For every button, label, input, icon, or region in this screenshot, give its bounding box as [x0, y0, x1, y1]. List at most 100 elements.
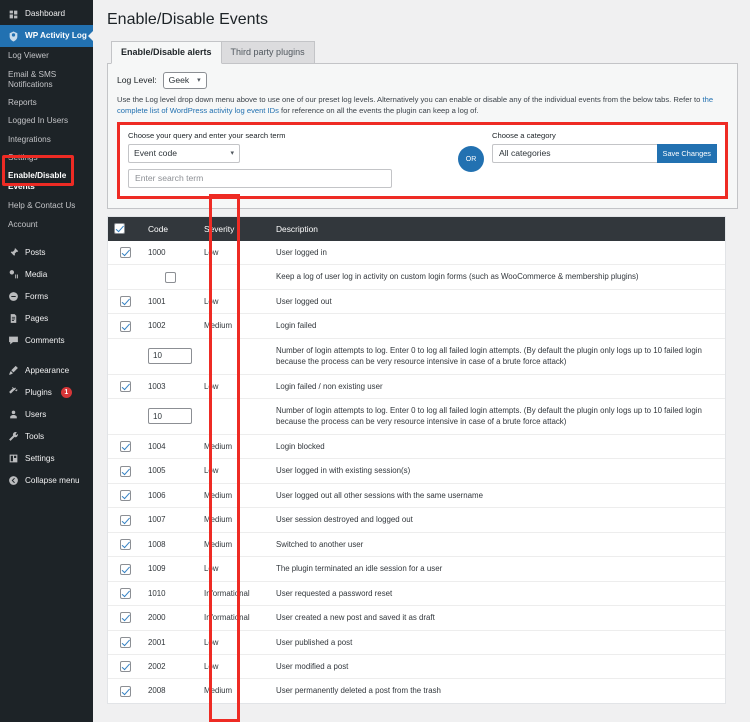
login-attempts-input[interactable]: 10	[148, 408, 192, 425]
row-description: User created a new post and saved it as …	[270, 605, 725, 630]
sidebar-item-wp-activity-log[interactable]: WP Activity Log	[0, 25, 93, 47]
sidebar-item-label: Media	[25, 269, 48, 279]
row-enable-checkbox[interactable]	[119, 465, 131, 477]
sidebar-item-label: Forms	[25, 291, 49, 301]
sidebar-divider	[0, 234, 93, 242]
row-enable-checkbox[interactable]	[119, 563, 131, 575]
sidebar-subitem-label: Account	[8, 219, 38, 229]
row-enable-checkbox[interactable]	[119, 539, 131, 551]
sidebar-item-label: Appearance	[25, 365, 70, 375]
log-level-select[interactable]: Geek ▾	[162, 71, 207, 89]
column-header-description[interactable]: Description	[270, 216, 725, 241]
row-code: 1002	[142, 313, 198, 339]
row-enable-checkbox[interactable]	[119, 612, 131, 624]
row-checkbox-cell	[108, 240, 142, 265]
sidebar-item-reports[interactable]: Reports	[0, 94, 93, 112]
row-enable-checkbox[interactable]	[119, 636, 131, 648]
category-value: All categories	[499, 148, 551, 159]
sidebar-item-settings[interactable]: Settings	[0, 149, 93, 167]
row-checkbox-cell	[108, 288, 142, 314]
sidebar-subitem-label: Logged In Users	[8, 116, 69, 126]
sidebar-item-plugins[interactable]: Plugins 1	[0, 382, 93, 404]
or-label: OR	[465, 155, 477, 163]
tab-third-party-plugins[interactable]: Third party plugins	[220, 40, 315, 63]
page-title: Enable/Disable Events	[107, 11, 268, 28]
chevron-down-icon: ▾	[230, 150, 234, 158]
sidebar-item-dashboard[interactable]: Dashboard	[0, 3, 93, 25]
sidebar-item-account[interactable]: Account	[0, 215, 93, 233]
row-description: User permanently deleted a post from the…	[270, 678, 725, 703]
sidebar-item-comments[interactable]: Comments	[0, 330, 93, 352]
settings-icon	[7, 452, 20, 465]
row-code: 1001	[142, 288, 198, 314]
row-description: User modified a post	[270, 653, 725, 679]
select-all-checkbox[interactable]	[114, 223, 125, 235]
subrow-input-cell: 10	[142, 397, 198, 435]
sidebar-item-settings-core[interactable]: Settings	[0, 448, 93, 470]
row-description: User logged in	[270, 240, 725, 265]
row-enable-checkbox[interactable]	[119, 661, 131, 673]
search-input[interactable]: Enter search term	[128, 168, 392, 188]
row-enable-checkbox[interactable]	[119, 320, 131, 332]
row-severity: Medium	[198, 313, 270, 339]
row-severity: Low	[198, 653, 270, 679]
sidebar-item-label: Plugins	[25, 387, 52, 397]
sidebar-item-label: Posts	[25, 247, 46, 257]
sidebar-item-email-sms-notifications[interactable]: Email & SMS Notifications	[0, 65, 93, 93]
row-enable-checkbox[interactable]	[119, 441, 131, 453]
login-attempts-input[interactable]: 10	[148, 348, 192, 365]
row-description: Switched to another user	[270, 531, 725, 557]
row-code: 1010	[142, 580, 198, 606]
sidebar-item-posts[interactable]: Posts	[0, 242, 93, 264]
subrow-empty-cell	[108, 264, 142, 290]
save-changes-button[interactable]: Save Changes	[656, 143, 717, 163]
sidebar-item-log-viewer[interactable]: Log Viewer	[0, 47, 93, 65]
table-header-row: Code Severity Description	[108, 216, 725, 241]
sidebar-subitem-label: Enable/Disable Events	[8, 171, 67, 192]
collapse-icon	[7, 474, 20, 487]
table-row: 2008 Medium User permanently deleted a pos…	[108, 678, 725, 703]
brush-icon	[7, 364, 20, 377]
table-subrow-checkbox: Keep a log of user log in activity on cu…	[108, 264, 725, 290]
sidebar-item-collapse-menu[interactable]: Collapse menu	[0, 470, 93, 492]
row-code: 2008	[142, 678, 198, 703]
subrow-option-checkbox[interactable]	[164, 271, 176, 283]
sidebar-item-pages[interactable]: Pages	[0, 308, 93, 330]
sidebar-item-tools[interactable]: Tools	[0, 426, 93, 448]
row-enable-checkbox[interactable]	[119, 490, 131, 502]
sidebar-item-logged-in-users[interactable]: Logged In Users	[0, 112, 93, 130]
log-level-value: Geek	[168, 75, 190, 86]
row-enable-checkbox[interactable]	[119, 588, 131, 599]
sidebar-item-integrations[interactable]: Integrations	[0, 131, 93, 149]
sidebar-divider-2	[0, 352, 93, 360]
dashboard-icon	[7, 8, 20, 21]
page-scroll-gutter[interactable]	[740, 0, 750, 722]
subrow-description: Number of login attempts to log. Enter 0…	[270, 337, 725, 375]
query-type-select[interactable]: Event code ▾	[128, 143, 240, 163]
row-enable-checkbox[interactable]	[119, 247, 131, 259]
row-description: The plugin terminated an idle session fo…	[270, 556, 725, 582]
row-checkbox-cell	[108, 313, 142, 339]
row-description: Login failed	[270, 313, 725, 339]
sidebar-item-enable-disable-events[interactable]: Enable/Disable Events	[0, 167, 93, 197]
sidebar-item-forms[interactable]: Forms	[0, 286, 93, 308]
tab-enable-disable-alerts[interactable]: Enable/Disable alerts	[111, 40, 222, 64]
row-enable-checkbox[interactable]	[119, 380, 131, 392]
column-header-code[interactable]: Code	[142, 216, 198, 241]
column-header-severity[interactable]: Severity	[198, 216, 270, 241]
sidebar-item-appearance[interactable]: Appearance	[0, 360, 93, 382]
row-severity: Low	[198, 629, 270, 655]
row-enable-checkbox[interactable]	[119, 685, 131, 697]
subrow-empty-cell	[108, 397, 142, 435]
subrow-description: Keep a log of user log in activity on cu…	[270, 264, 725, 290]
row-enable-checkbox[interactable]	[119, 296, 131, 308]
row-code: 2000	[142, 605, 198, 630]
sidebar-item-media[interactable]: Media	[0, 264, 93, 286]
sidebar-item-help-contact-us[interactable]: Help & Contact Us	[0, 197, 93, 215]
row-severity: Low	[198, 458, 270, 484]
sidebar-item-users[interactable]: Users	[0, 404, 93, 426]
log-level-row: Log Level: Geek ▾	[117, 71, 728, 89]
sidebar-item-label: WP Activity Log	[25, 31, 87, 41]
sidebar-item-label: Pages	[25, 313, 49, 323]
row-enable-checkbox[interactable]	[119, 514, 131, 526]
